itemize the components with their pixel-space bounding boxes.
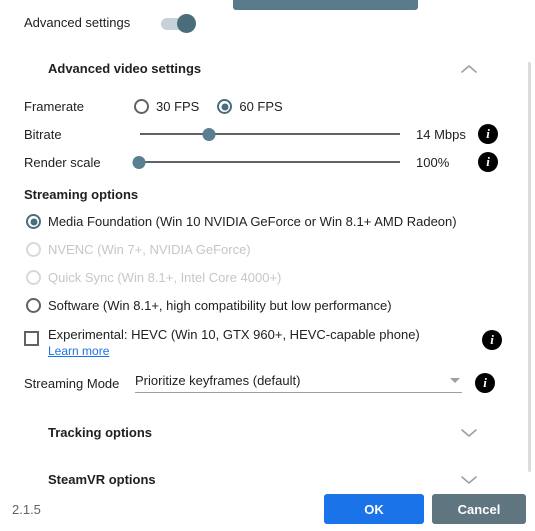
- radio-icon: [26, 298, 41, 313]
- slider-thumb[interactable]: [202, 127, 216, 141]
- bitrate-label: Bitrate: [24, 126, 62, 142]
- framerate-option-60fps[interactable]: 60 FPS: [217, 99, 283, 114]
- steamvr-options-header[interactable]: SteamVR options: [48, 472, 478, 487]
- framerate-option-30fps[interactable]: 30 FPS: [134, 99, 199, 114]
- info-icon[interactable]: i: [478, 152, 498, 172]
- chevron-down-icon[interactable]: [460, 475, 478, 485]
- settings-scroll-viewport: Advanced settings Advanced video setting…: [0, 0, 535, 488]
- hevc-text-group: Experimental: HEVC (Win 10, GTX 960+, HE…: [48, 327, 482, 358]
- tracking-options-title: Tracking options: [48, 425, 153, 440]
- framerate-row: Framerate 30 FPS 60 FPS: [24, 99, 301, 114]
- chevron-down-icon[interactable]: [450, 378, 460, 383]
- streaming-option-label: Media Foundation (Win 10 NVIDIA GeForce …: [48, 214, 457, 229]
- streaming-option-label: Software (Win 8.1+, high compatibility b…: [48, 298, 392, 313]
- slider-track: [140, 133, 400, 135]
- advanced-video-settings-header[interactable]: Advanced video settings: [48, 61, 478, 76]
- chevron-down-icon[interactable]: [460, 428, 478, 438]
- learn-more-link[interactable]: Learn more: [48, 344, 109, 358]
- streaming-option-nvenc: NVENC (Win 7+, NVIDIA GeForce): [26, 242, 251, 257]
- render-scale-label: Render scale: [24, 154, 101, 170]
- steamvr-options-title: SteamVR options: [48, 472, 156, 487]
- chevron-up-icon[interactable]: [460, 64, 478, 74]
- bitrate-value: 14 Mbps: [416, 126, 466, 142]
- cancel-button[interactable]: Cancel: [432, 494, 526, 524]
- streaming-option-label: NVENC (Win 7+, NVIDIA GeForce): [48, 242, 251, 257]
- slider-thumb[interactable]: [132, 155, 146, 169]
- render-scale-value: 100%: [416, 154, 450, 170]
- info-icon[interactable]: i: [478, 124, 498, 144]
- radio-checked-icon: [26, 214, 41, 229]
- streaming-option-software[interactable]: Software (Win 8.1+, high compatibility b…: [26, 298, 392, 313]
- dialog-footer: 2.1.5 OK Cancel: [0, 488, 535, 531]
- streaming-mode-value: Prioritize keyframes (default): [135, 373, 301, 388]
- advanced-settings-toggle[interactable]: [161, 13, 197, 33]
- streaming-option-quick-sync: Quick Sync (Win 8.1+, Intel Core 4000+): [26, 270, 281, 285]
- advanced-settings-label: Advanced settings: [24, 15, 131, 30]
- streaming-option-label: Quick Sync (Win 8.1+, Intel Core 4000+): [48, 270, 282, 285]
- advanced-settings-row: Advanced settings: [24, 13, 197, 33]
- framerate-option-30fps-label: 30 FPS: [156, 99, 200, 114]
- hevc-checkbox[interactable]: [24, 331, 39, 346]
- hevc-label: Experimental: HEVC (Win 10, GTX 960+, HE…: [48, 327, 420, 342]
- ok-button[interactable]: OK: [324, 494, 424, 524]
- vertical-scrollbar[interactable]: [528, 62, 531, 472]
- version-label: 2.1.5: [12, 502, 41, 517]
- tracking-options-header[interactable]: Tracking options: [48, 425, 478, 440]
- info-icon[interactable]: i: [482, 330, 502, 350]
- render-scale-row: Render scale 100% i: [24, 152, 502, 172]
- radio-icon: [26, 270, 41, 285]
- toggle-knob: [177, 13, 197, 33]
- radio-icon: [26, 242, 41, 257]
- render-scale-slider[interactable]: [132, 152, 402, 172]
- radio-icon: [134, 99, 149, 114]
- slider-track: [140, 161, 400, 163]
- bitrate-row: Bitrate 14 Mbps i: [24, 124, 502, 144]
- radio-checked-icon: [217, 99, 233, 114]
- info-icon[interactable]: i: [475, 373, 495, 393]
- streaming-option-media-foundation[interactable]: Media Foundation (Win 10 NVIDIA GeForce …: [26, 214, 457, 229]
- streaming-options-heading: Streaming options: [24, 187, 139, 202]
- streaming-mode-row: Streaming Mode Prioritize keyframes (def…: [24, 373, 502, 393]
- advanced-video-settings-title: Advanced video settings: [48, 61, 202, 76]
- streaming-mode-select[interactable]: Prioritize keyframes (default): [135, 373, 462, 393]
- hevc-row: Experimental: HEVC (Win 10, GTX 960+, HE…: [24, 327, 502, 358]
- framerate-option-60fps-label: 60 FPS: [239, 99, 283, 114]
- streaming-mode-label: Streaming Mode: [24, 375, 120, 391]
- framerate-label: Framerate: [24, 99, 84, 114]
- bitrate-slider[interactable]: [134, 124, 402, 144]
